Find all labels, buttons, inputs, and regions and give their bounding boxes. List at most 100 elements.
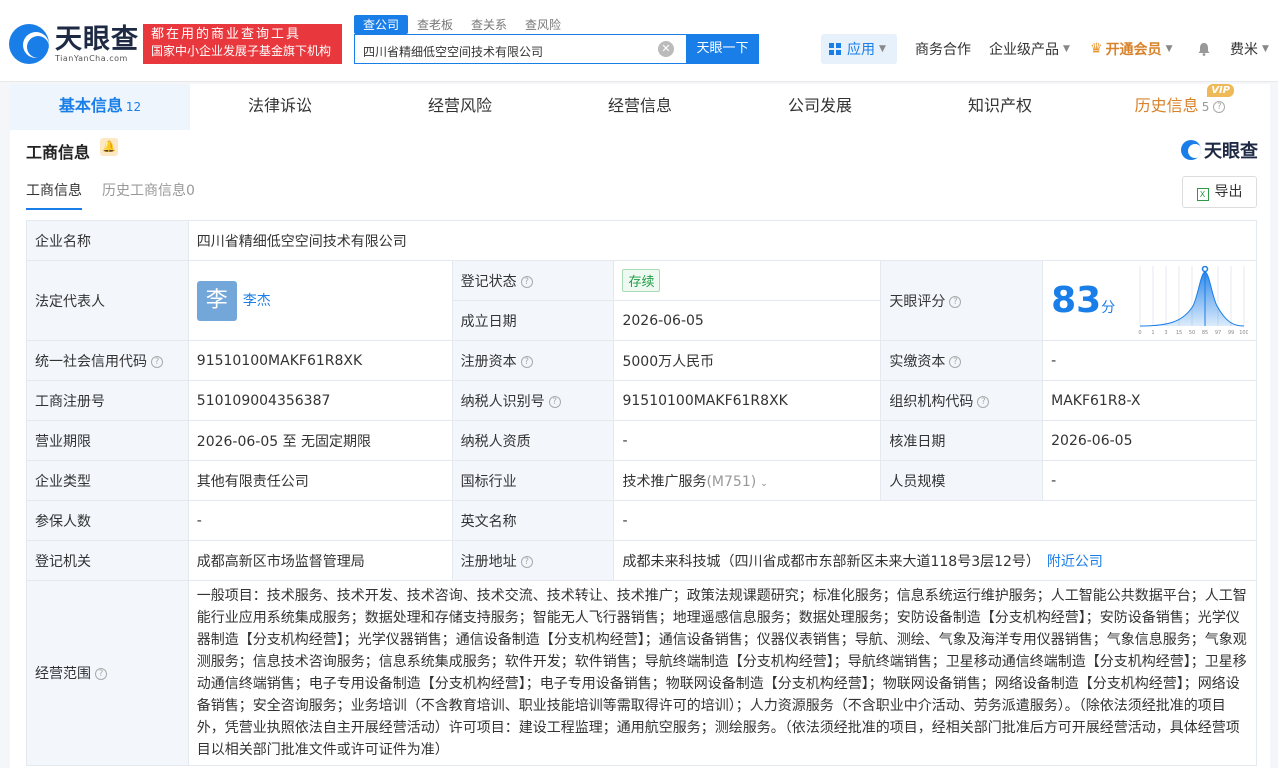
reg-status-label: 登记状态? (451, 260, 615, 301)
reg-no-label: 工商注册号 (26, 380, 189, 421)
tax-id-value: 91510100MAKF61R8XK (613, 380, 882, 421)
tianyancha-logo[interactable]: 天眼查 TianYanCha.com (9, 24, 139, 64)
open-vip-button[interactable]: ♛ 开通会员 ▼ (1090, 34, 1172, 64)
company-name-value: 四川省精细低空空间技术有限公司 (187, 220, 1258, 261)
sub-tabs: 工商信息 历史工商信息0 (26, 180, 215, 210)
scope-label: 经营范围? (26, 580, 189, 766)
table-row: 登记机关 成都高新区市场监督管理局 注册地址? 成都未来科技城（四川省成都市东部… (26, 540, 1257, 581)
vip-label: 开通会员 (1105, 42, 1162, 58)
help-icon[interactable]: ? (520, 275, 533, 288)
search-tab-boss[interactable]: 查老板 (408, 15, 462, 34)
bell-alert-icon[interactable]: 🔔 (100, 138, 118, 156)
tab-history[interactable]: 历史信息 5? VIP (1090, 84, 1270, 130)
chevron-down-icon: ▼ (1165, 44, 1173, 54)
score-tick-label: 85 (1202, 330, 1208, 336)
chevron-down-icon: ▼ (1262, 44, 1269, 54)
slogan-banner: 都在用的商业查询工具 国家中小企业发展子基金旗下机构 (143, 24, 342, 64)
table-row: 法定代表人 李李杰 登记状态? 存续 天眼评分? 83分 0 1 3 15 50 (26, 260, 1257, 341)
app-menu-label: 应用 (847, 42, 875, 58)
company-name-label: 企业名称 (26, 220, 189, 261)
help-icon[interactable]: ? (977, 395, 990, 408)
approval-date-value: 2026-06-05 (1042, 420, 1257, 461)
paid-capital-label: 实缴资本? (880, 340, 1044, 381)
biz-coop-link[interactable]: 商务合作 (915, 34, 971, 64)
main-tabs: 基本信息 12 法律诉讼 经营风险 经营信息 公司发展 知识产权 历史信息 5? V… (10, 84, 1270, 130)
english-name-value: - (613, 500, 1257, 541)
logo-domain: TianYanCha.com (55, 53, 128, 63)
table-row: 经营范围? 一般项目：技术服务、技术开发、技术咨询、技术交流、技术转让、技术推广… (26, 580, 1258, 766)
help-icon[interactable]: ? (548, 395, 561, 408)
reg-capital-label: 注册资本? (451, 340, 615, 381)
score-tick-label: 3 (1164, 330, 1167, 336)
scope-value: 一般项目：技术服务、技术开发、技术咨询、技术交流、技术转让、技术推广；政策法规课… (187, 580, 1258, 766)
reg-authority-value: 成都高新区市场监督管理局 (187, 540, 453, 581)
tab-legal[interactable]: 法律诉讼 (190, 84, 370, 130)
score-tick-label: 99 (1228, 330, 1234, 336)
section-title: 工商信息 (26, 143, 91, 162)
tab-risk[interactable]: 经营风险 (370, 84, 550, 130)
clear-search-icon[interactable]: ✕ (658, 41, 674, 57)
grid-icon (829, 43, 841, 55)
help-icon[interactable]: ? (949, 295, 962, 308)
staff-size-label: 人员规模 (880, 460, 1044, 501)
enterprise-products-menu[interactable]: 企业级产品 ▼ (989, 34, 1070, 64)
legal-rep-link[interactable]: 李杰 (243, 293, 271, 309)
company-type-value: 其他有限责任公司 (187, 460, 453, 501)
company-type-label: 企业类型 (26, 460, 189, 501)
app-menu-button[interactable]: 应用 ▼ (821, 34, 897, 64)
tyc-score-label: 天眼评分? (880, 260, 1044, 341)
help-icon[interactable]: ? (151, 355, 163, 368)
score-distribution-chart: 0 1 3 15 50 85 97 99 100 (1138, 266, 1248, 336)
search-input[interactable]: 四川省精细低空空间技术有限公司 (354, 34, 687, 64)
est-date-value: 2026-06-05 (613, 300, 882, 341)
table-row: 企业名称 四川省精细低空空间技术有限公司 (26, 220, 1258, 261)
reg-address-label: 注册地址? (451, 540, 615, 581)
search-tab-risk[interactable]: 查风险 (516, 15, 570, 34)
crown-icon: ♛ (1090, 41, 1103, 57)
subtab-business-info[interactable]: 工商信息 (26, 180, 82, 210)
score-tick-label: 97 (1215, 330, 1221, 336)
help-icon[interactable]: ? (520, 355, 533, 368)
export-button[interactable]: X 导出 (1182, 176, 1257, 208)
org-code-label: 组织机构代码? (880, 380, 1044, 421)
reg-capital-value: 5000万人民币 (613, 340, 882, 381)
score-value: 83 (1051, 280, 1102, 321)
tab-basic-info[interactable]: 基本信息 12 (10, 84, 190, 130)
help-icon[interactable]: ? (949, 355, 962, 368)
insured-value: - (187, 500, 453, 541)
table-row: 工商注册号 510109004356387 纳税人识别号? 91510100MA… (26, 380, 1257, 421)
credit-code-value: 91510100MAKF61R8XK (187, 340, 453, 381)
insured-label: 参保人数 (26, 500, 189, 541)
table-row: 营业期限 2026-06-05 至 无固定期限 纳税人资质 - 核准日期 202… (26, 420, 1257, 461)
search-tab-company[interactable]: 查公司 (354, 15, 409, 34)
english-name-label: 英文名称 (451, 500, 615, 541)
taxpayer-qual-label: 纳税人资质 (451, 420, 615, 461)
tab-development[interactable]: 公司发展 (730, 84, 910, 130)
tyc-score-cell[interactable]: 83分 0 1 3 15 50 85 97 99 100 (1042, 260, 1257, 341)
excel-icon: X (1196, 188, 1209, 201)
brand-mark-icon (1181, 140, 1201, 160)
industry-value[interactable]: 技术推广服务(M751) ⌄ (613, 460, 882, 501)
tab-ip[interactable]: 知识产权 (910, 84, 1090, 130)
reg-address-value: 成都未来科技城（四川省成都市东部新区未来大道118号3层12号） 附近公司 (613, 540, 1257, 581)
top-header: 天眼查 TianYanCha.com 都在用的商业查询工具 国家中小企业发展子基… (0, 0, 1278, 82)
brand-watermark: 天眼查 (1181, 137, 1258, 163)
user-menu[interactable]: 费米 ▼ (1230, 34, 1269, 64)
nearby-companies-link[interactable]: 附近公司 (1047, 554, 1103, 570)
help-icon[interactable]: ? (520, 555, 533, 568)
paid-capital-value: - (1042, 340, 1257, 381)
enterprise-products-label: 企业级产品 (989, 42, 1059, 58)
reg-status-cell: 存续 (613, 260, 882, 301)
notification-bell-icon[interactable] (1197, 34, 1211, 64)
business-info-table: 企业名称 四川省精细低空空间技术有限公司 法定代表人 李李杰 登记状态? 存续 … (26, 220, 1258, 766)
help-icon[interactable]: ? (95, 668, 107, 680)
search-button[interactable]: 天眼一下 (686, 34, 759, 64)
avatar[interactable]: 李 (196, 280, 237, 321)
subtab-history-business-info[interactable]: 历史工商信息0 (102, 180, 195, 210)
search-tab-relation[interactable]: 查关系 (462, 15, 516, 34)
help-icon[interactable]: ? (1213, 100, 1226, 113)
tab-business[interactable]: 经营信息 (550, 84, 730, 130)
legal-rep-label: 法定代表人 (26, 260, 189, 341)
score-tick-label: 50 (1189, 330, 1195, 336)
score-tick-label: 100 (1239, 330, 1248, 336)
